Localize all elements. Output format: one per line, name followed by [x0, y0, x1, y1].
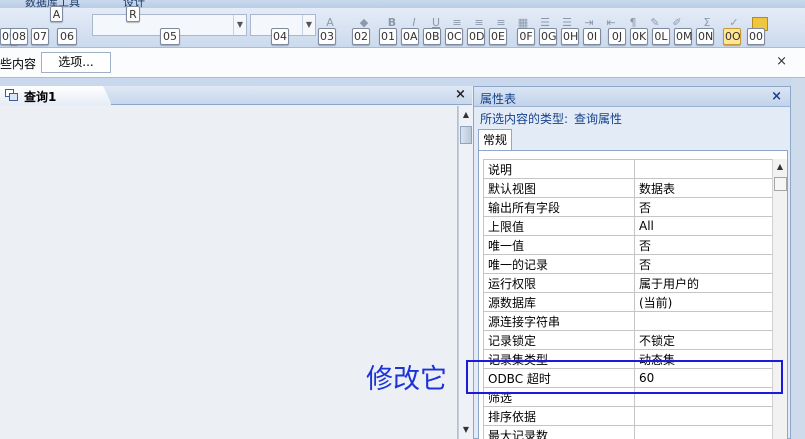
property-row[interactable]: 唯一值否 [483, 235, 773, 255]
keytip: 06 [57, 28, 77, 45]
property-row[interactable]: 最大记录数 [483, 425, 773, 439]
keytip: 0F [517, 28, 535, 45]
property-name[interactable]: 最大记录数 [483, 425, 635, 439]
property-value[interactable]: 否 [634, 254, 773, 274]
property-value[interactable]: 不锁定 [634, 330, 773, 350]
property-value[interactable] [634, 406, 773, 426]
property-value[interactable]: 属于用户的 [634, 273, 773, 293]
property-sheet-header: 属性表 × [474, 87, 790, 107]
keytip: 0B [423, 28, 441, 45]
keytip: 0D [467, 28, 485, 45]
scroll-up-icon[interactable]: ▲ [460, 108, 472, 122]
property-value[interactable]: (当前) [634, 292, 773, 312]
keytip: 0E [489, 28, 507, 45]
scrollbar-thumb[interactable] [460, 126, 472, 144]
property-row[interactable]: 输出所有字段否 [483, 197, 773, 217]
property-name[interactable]: 源数据库 [483, 292, 635, 312]
close-icon[interactable]: × [771, 89, 782, 104]
keytip-layer: 09 08 07 06 05 04 03 02 01 0A 0B 0C 0D 0E 0F 0G 0H 0I 0J 0K… [0, 0, 805, 48]
tab-general[interactable]: 常规 [478, 129, 512, 151]
property-grid: 说明 默认视图 数据表 输出所有字段否上限值 All 唯一值否唯一的记录否运行权限 属于用户… [483, 159, 773, 439]
property-name[interactable]: 源连接字符串 [483, 311, 635, 331]
scroll-up-icon[interactable]: ▲ [774, 160, 786, 174]
property-name[interactable]: 说明 [483, 159, 635, 179]
workspace-gap [0, 78, 805, 86]
property-row[interactable]: 默认视图 数据表 [483, 178, 773, 198]
keytip: 0A [401, 28, 419, 45]
keytip: 0C [445, 28, 463, 45]
property-value[interactable] [634, 425, 773, 439]
property-row[interactable]: 源连接字符串 [483, 311, 773, 331]
keytip: 0G [539, 28, 557, 45]
keytip: 01 [379, 28, 397, 45]
property-value[interactable]: 否 [634, 197, 773, 217]
keytip: 07 [31, 28, 49, 45]
tab-query1-label: 查询1 [24, 90, 57, 104]
selection-type-label: 所选内容的类型: [480, 112, 569, 126]
keytip: 0M [674, 28, 693, 45]
scrollbar-thumb[interactable] [774, 177, 787, 191]
document-tab-bar: 查询1 × [0, 86, 472, 105]
property-value[interactable]: 否 [634, 235, 773, 255]
keytip: 0O [723, 28, 741, 45]
keytip: 0J [608, 28, 626, 45]
keytip: 02 [352, 28, 370, 45]
property-row[interactable]: 唯一的记录否 [483, 254, 773, 274]
annotation-text: 修改它 [366, 364, 447, 395]
property-name[interactable]: 唯一值 [483, 235, 635, 255]
selection-type-value: 查询属性 [574, 112, 623, 126]
property-row[interactable]: 源数据库 (当前) [483, 292, 773, 312]
property-name[interactable]: 记录锁定 [483, 330, 635, 350]
keytip: 00 [747, 28, 765, 45]
query-icon [5, 89, 18, 101]
message-bar-text: 些内容 [0, 57, 37, 71]
property-value[interactable]: All [634, 216, 773, 236]
property-row[interactable]: 排序依据 [483, 406, 773, 426]
property-name[interactable]: 唯一的记录 [483, 254, 635, 274]
property-name[interactable]: 排序依据 [483, 406, 635, 426]
keytip: 04 [271, 28, 289, 45]
keytip: 0L [652, 28, 670, 45]
property-table: 说明 默认视图 数据表 输出所有字段否上限值 All 唯一值否唯一的记录否运行权限 属于用户… [483, 159, 773, 439]
property-grid-container: 说明 默认视图 数据表 输出所有字段否上限值 All 唯一值否唯一的记录否运行权限 属于用户… [478, 150, 788, 439]
property-value[interactable] [634, 311, 773, 331]
keytip: 08 [10, 28, 28, 45]
close-icon[interactable]: × [776, 54, 787, 69]
property-name[interactable]: 上限值 [483, 216, 635, 236]
keytip: 0K [630, 28, 648, 45]
keytip: 05 [160, 28, 180, 45]
property-row[interactable]: 上限值 All [483, 216, 773, 236]
property-value[interactable]: 数据表 [634, 178, 773, 198]
property-name[interactable]: 运行权限 [483, 273, 635, 293]
message-bar: 些内容 选项... × [0, 48, 805, 78]
annotation-highlight-box [466, 360, 783, 394]
keytip: 0I [583, 28, 601, 45]
property-row[interactable]: 记录锁定 不锁定 [483, 330, 773, 350]
keytip: 03 [318, 28, 336, 45]
scroll-down-icon[interactable]: ▼ [460, 423, 472, 437]
property-value[interactable] [634, 159, 773, 179]
keytip: 0H [561, 28, 579, 45]
tab-query1[interactable]: 查询1 [0, 86, 112, 105]
property-row[interactable]: 说明 [483, 159, 773, 179]
window-edge [791, 78, 805, 439]
property-row[interactable]: 运行权限 属于用户的 [483, 273, 773, 293]
keytip: 0N [696, 28, 714, 45]
property-name[interactable]: 默认视图 [483, 178, 635, 198]
property-sheet-title: 属性表 [480, 92, 517, 106]
close-icon[interactable]: × [455, 87, 466, 102]
property-vertical-scrollbar[interactable]: ▲ [772, 159, 787, 439]
property-name[interactable]: 输出所有字段 [483, 197, 635, 217]
options-button[interactable]: 选项... [41, 52, 111, 73]
